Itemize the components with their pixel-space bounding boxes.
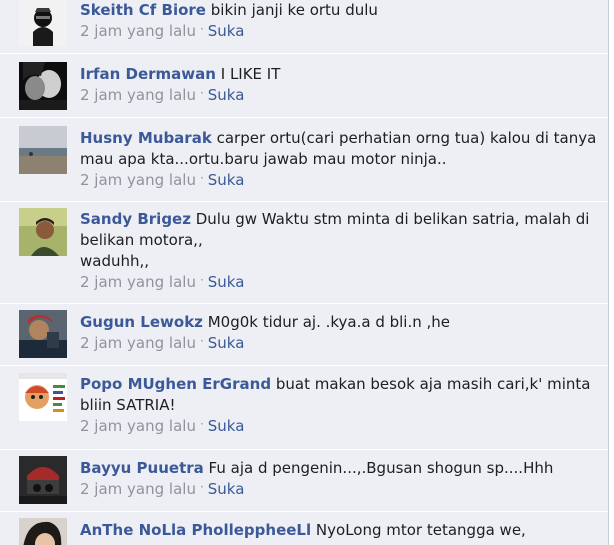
- commenter-name[interactable]: Gugun Lewokz: [80, 313, 203, 331]
- comment-list: Skeith Cf Biore bikin janji ke ortu dulu…: [0, 0, 608, 545]
- comment-timestamp[interactable]: 2 jam yang lalu: [80, 22, 196, 40]
- scroll-edge: [608, 0, 614, 545]
- like-link[interactable]: Suka: [208, 334, 245, 352]
- comment-meta: 2 jam yang lalu · Suka: [80, 479, 600, 501]
- avatar[interactable]: [19, 208, 67, 256]
- comment-meta: 2 jam yang lalu · Suka: [80, 170, 600, 192]
- avatar[interactable]: [19, 310, 67, 358]
- comment-item: Husny Mubarak carper ortu(cari perhatian…: [0, 118, 608, 202]
- comment-text: I LIKE IT: [220, 65, 281, 83]
- commenter-name[interactable]: Bayyu Puuetra: [80, 459, 204, 477]
- comment-timestamp[interactable]: 2 jam yang lalu: [80, 273, 196, 291]
- comment-item: Popo MUghen ErGrand buat makan besok aja…: [0, 366, 608, 450]
- comment-item: Irfan Dermawan I LIKE IT 2 jam yang lalu…: [0, 54, 608, 118]
- comment-item: Bayyu Puuetra Fu aja d pengenin...,.Bgus…: [0, 450, 608, 512]
- comment-meta: 2 jam yang lalu · Suka: [80, 272, 600, 294]
- avatar[interactable]: [19, 62, 67, 110]
- meta-separator: ·: [199, 334, 204, 348]
- comment-item: Gugun Lewokz M0g0k tidur aj. .kya.a d bl…: [0, 304, 608, 366]
- comment-meta: 2 jam yang lalu · Suka: [80, 85, 600, 107]
- comment-text: NyoLong mtor tetangga we,: [315, 521, 526, 539]
- comment-timestamp[interactable]: 2 jam yang lalu: [80, 417, 196, 435]
- comment-content: Skeith Cf Biore bikin janji ke ortu dulu…: [80, 0, 600, 43]
- avatar[interactable]: [19, 456, 67, 504]
- comment-content: Sandy Brigez Dulu gw Waktu stm minta di …: [80, 209, 600, 294]
- commenter-name[interactable]: Husny Mubarak: [80, 129, 212, 147]
- comment-item: Sandy Brigez Dulu gw Waktu stm minta di …: [0, 202, 608, 304]
- comment-timestamp[interactable]: 2 jam yang lalu: [80, 480, 196, 498]
- user-avatar-image: [19, 310, 67, 358]
- commenter-name[interactable]: Sandy Brigez: [80, 210, 191, 228]
- comment-item: Skeith Cf Biore bikin janji ke ortu dulu…: [0, 0, 608, 54]
- comment-content: Husny Mubarak carper ortu(cari perhatian…: [80, 128, 600, 192]
- comment-item: AnThe NoLla PholleppheeLl NyoLong mtor t…: [0, 512, 608, 545]
- commenter-name[interactable]: Skeith Cf Biore: [80, 1, 206, 19]
- comment-timestamp[interactable]: 2 jam yang lalu: [80, 86, 196, 104]
- user-avatar-image: [19, 208, 67, 256]
- comment-meta: 2 jam yang lalu · Suka: [80, 21, 600, 43]
- user-avatar-image: [19, 62, 67, 110]
- avatar[interactable]: [19, 126, 67, 174]
- avatar[interactable]: [19, 373, 67, 421]
- user-avatar-image: [19, 0, 67, 46]
- commenter-name[interactable]: Irfan Dermawan: [80, 65, 216, 83]
- meta-separator: ·: [199, 480, 204, 494]
- meta-separator: ·: [199, 171, 204, 185]
- meta-separator: ·: [199, 86, 204, 100]
- like-link[interactable]: Suka: [208, 22, 245, 40]
- comment-timestamp[interactable]: 2 jam yang lalu: [80, 334, 196, 352]
- comment-meta: 2 jam yang lalu · Suka: [80, 416, 600, 438]
- like-link[interactable]: Suka: [208, 273, 245, 291]
- comment-content: Bayyu Puuetra Fu aja d pengenin...,.Bgus…: [80, 458, 600, 501]
- comment-text: M0g0k tidur aj. .kya.a d bli.n ,he: [207, 313, 451, 331]
- comment-content: Popo MUghen ErGrand buat makan besok aja…: [80, 374, 600, 438]
- like-link[interactable]: Suka: [208, 417, 245, 435]
- meta-separator: ·: [199, 273, 204, 287]
- comment-content: AnThe NoLla PholleppheeLl NyoLong mtor t…: [80, 520, 600, 541]
- comment-text: bikin janji ke ortu dulu: [210, 1, 378, 19]
- comment-content: Gugun Lewokz M0g0k tidur aj. .kya.a d bl…: [80, 312, 600, 355]
- meta-separator: ·: [199, 22, 204, 36]
- user-avatar-image: [19, 518, 67, 545]
- like-link[interactable]: Suka: [208, 86, 245, 104]
- commenter-name[interactable]: Popo MUghen ErGrand: [80, 375, 271, 393]
- user-avatar-image: [19, 456, 67, 504]
- comment-timestamp[interactable]: 2 jam yang lalu: [80, 171, 196, 189]
- avatar[interactable]: [19, 0, 67, 46]
- comment-text: Fu aja d pengenin...,.Bgusan shogun sp..…: [208, 459, 554, 477]
- like-link[interactable]: Suka: [208, 171, 245, 189]
- user-avatar-image: [19, 126, 67, 174]
- like-link[interactable]: Suka: [208, 480, 245, 498]
- comment-meta: 2 jam yang lalu · Suka: [80, 333, 600, 355]
- avatar[interactable]: [19, 518, 67, 545]
- meta-separator: ·: [199, 417, 204, 431]
- user-avatar-image: [19, 373, 67, 421]
- comment-content: Irfan Dermawan I LIKE IT 2 jam yang lalu…: [80, 64, 600, 107]
- commenter-name[interactable]: AnThe NoLla PholleppheeLl: [80, 521, 311, 539]
